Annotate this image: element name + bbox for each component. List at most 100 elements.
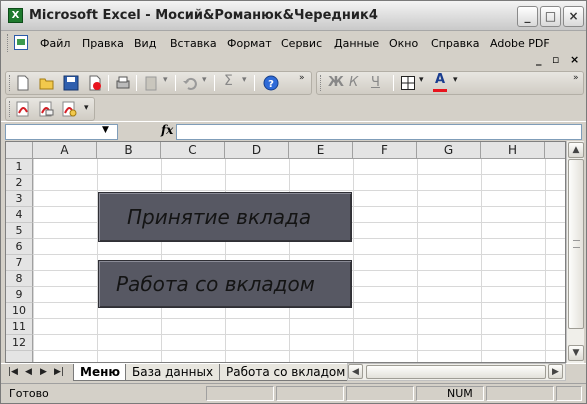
column-header-e[interactable]: E [289,142,353,159]
next-sheet-button[interactable]: ▶ [40,367,47,377]
menu-window[interactable]: Окно [389,37,418,50]
formula-bar: ▼ fx [1,121,586,141]
convert-to-pdf-icon[interactable] [15,101,31,117]
deposit-operations-label: Работа со вкладом [116,272,315,296]
borders-dropdown-icon[interactable]: ▾ [419,75,424,85]
italic-button[interactable]: К [349,75,358,90]
toolbar-grip[interactable] [9,75,12,91]
open-folder-icon[interactable] [39,75,55,91]
column-header-g[interactable]: G [417,142,481,159]
row-header-11[interactable]: 11 [6,319,33,335]
borders-icon[interactable] [400,75,416,91]
doc-close-button[interactable]: × [570,53,579,66]
toolbar-options-icon[interactable]: » [573,73,579,83]
font-color-swatch [433,89,447,92]
font-color-dropdown-icon[interactable]: ▾ [453,75,458,85]
pdf-email-icon[interactable] [38,101,54,117]
select-all-corner[interactable] [6,142,33,159]
toolbar-grip[interactable] [320,75,323,91]
accept-deposit-button[interactable]: Принятие вклада [98,192,352,242]
column-header-f[interactable]: F [353,142,417,159]
insert-function-button[interactable]: fx [161,123,173,137]
prev-sheet-button[interactable]: ◀ [25,367,32,377]
tab-menu[interactable]: Меню [73,364,128,381]
autosum-dropdown-icon[interactable]: ▾ [242,75,247,85]
row-header-13[interactable] [6,351,33,362]
grid-column-line [481,159,482,362]
menu-tools[interactable]: Сервис [281,37,322,50]
toolbar-grip[interactable] [9,101,12,117]
horizontal-scroll-thumb[interactable] [366,365,546,379]
vertical-scroll-thumb[interactable] [568,159,584,329]
menu-grip[interactable] [7,34,10,52]
row-header-7[interactable]: 7 [6,255,33,271]
print-icon[interactable] [115,75,131,91]
maximize-button[interactable]: □ [540,6,561,27]
first-sheet-button[interactable]: |◀ [8,367,18,377]
help-icon[interactable]: ? [263,75,279,91]
scroll-down-button[interactable]: ▼ [568,345,584,361]
bold-button[interactable]: Ж [328,75,344,90]
row-header-12[interactable]: 12 [6,335,33,351]
row-header-9[interactable]: 9 [6,287,33,303]
paste-icon[interactable] [143,75,159,91]
row-header-3[interactable]: 3 [6,191,33,207]
toolbar-options-icon[interactable]: » [299,73,305,83]
scroll-left-button[interactable]: ◀ [348,364,363,379]
underline-button[interactable]: Ч [371,75,380,90]
paste-dropdown-icon[interactable]: ▾ [163,75,168,85]
menu-edit[interactable]: Правка [82,37,124,50]
column-header-c[interactable]: C [161,142,225,159]
undo-dropdown-icon[interactable]: ▾ [202,75,207,85]
menu-adobe-pdf[interactable]: Adobe PDF [490,37,550,50]
row-header-8[interactable]: 8 [6,271,33,287]
excel-icon[interactable]: X [8,8,23,23]
workbook-icon[interactable] [14,35,28,50]
accept-deposit-label: Принятие вклада [127,205,312,229]
pdf-review-icon[interactable] [61,101,77,117]
save-icon[interactable] [63,75,79,91]
scroll-right-button[interactable]: ▶ [548,364,563,379]
status-text: Готово [9,387,49,400]
scroll-up-button[interactable]: ▲ [568,142,584,158]
row-header-6[interactable]: 6 [6,239,33,255]
grid-column-line [417,159,418,362]
column-header-i[interactable] [545,142,565,159]
menu-data[interactable]: Данные [334,37,379,50]
worksheet-grid[interactable]: A B C D E F G H 1 2 3 4 5 6 7 8 9 10 11 … [5,141,566,363]
font-color-icon[interactable]: A [435,72,445,87]
minimize-button[interactable]: _ [517,6,538,27]
formula-input[interactable] [176,124,582,140]
autosum-icon[interactable]: Σ [224,73,233,89]
column-header-b[interactable]: B [97,142,161,159]
row-header-5[interactable]: 5 [6,223,33,239]
doc-minimize-button[interactable]: _ [536,53,542,66]
svg-text:?: ? [268,79,274,90]
column-header-d[interactable]: D [225,142,289,159]
menu-file[interactable]: Файл [40,37,70,50]
new-document-icon[interactable] [15,75,31,91]
menu-help[interactable]: Справка [431,37,479,50]
column-header-a[interactable]: A [33,142,97,159]
undo-icon[interactable] [182,75,198,91]
tab-database[interactable]: База данных [125,364,221,381]
deposit-operations-button[interactable]: Работа со вкладом [98,260,352,308]
horizontal-scrollbar[interactable]: ◀ ▶ [347,363,566,381]
row-header-1[interactable]: 1 [6,159,33,175]
row-header-4[interactable]: 4 [6,207,33,223]
vertical-scrollbar[interactable]: ▲ ▼ [566,141,584,363]
close-button[interactable]: × [563,6,584,27]
toolbar-separator [175,75,176,91]
menu-insert[interactable]: Вставка [170,37,217,50]
column-header-h[interactable]: H [481,142,545,159]
pdf-toolbar-options-icon[interactable]: ▾ [84,103,89,113]
menu-view[interactable]: Вид [134,37,156,50]
tab-deposit-operations[interactable]: Работа со вкладом [219,364,353,381]
row-header-10[interactable]: 10 [6,303,33,319]
last-sheet-button[interactable]: ▶| [54,367,64,377]
permission-icon[interactable] [87,75,103,91]
name-box-dropdown-icon[interactable]: ▼ [102,125,109,135]
row-header-2[interactable]: 2 [6,175,33,191]
doc-restore-button[interactable]: ▫ [552,53,559,66]
menu-format[interactable]: Формат [227,37,272,50]
